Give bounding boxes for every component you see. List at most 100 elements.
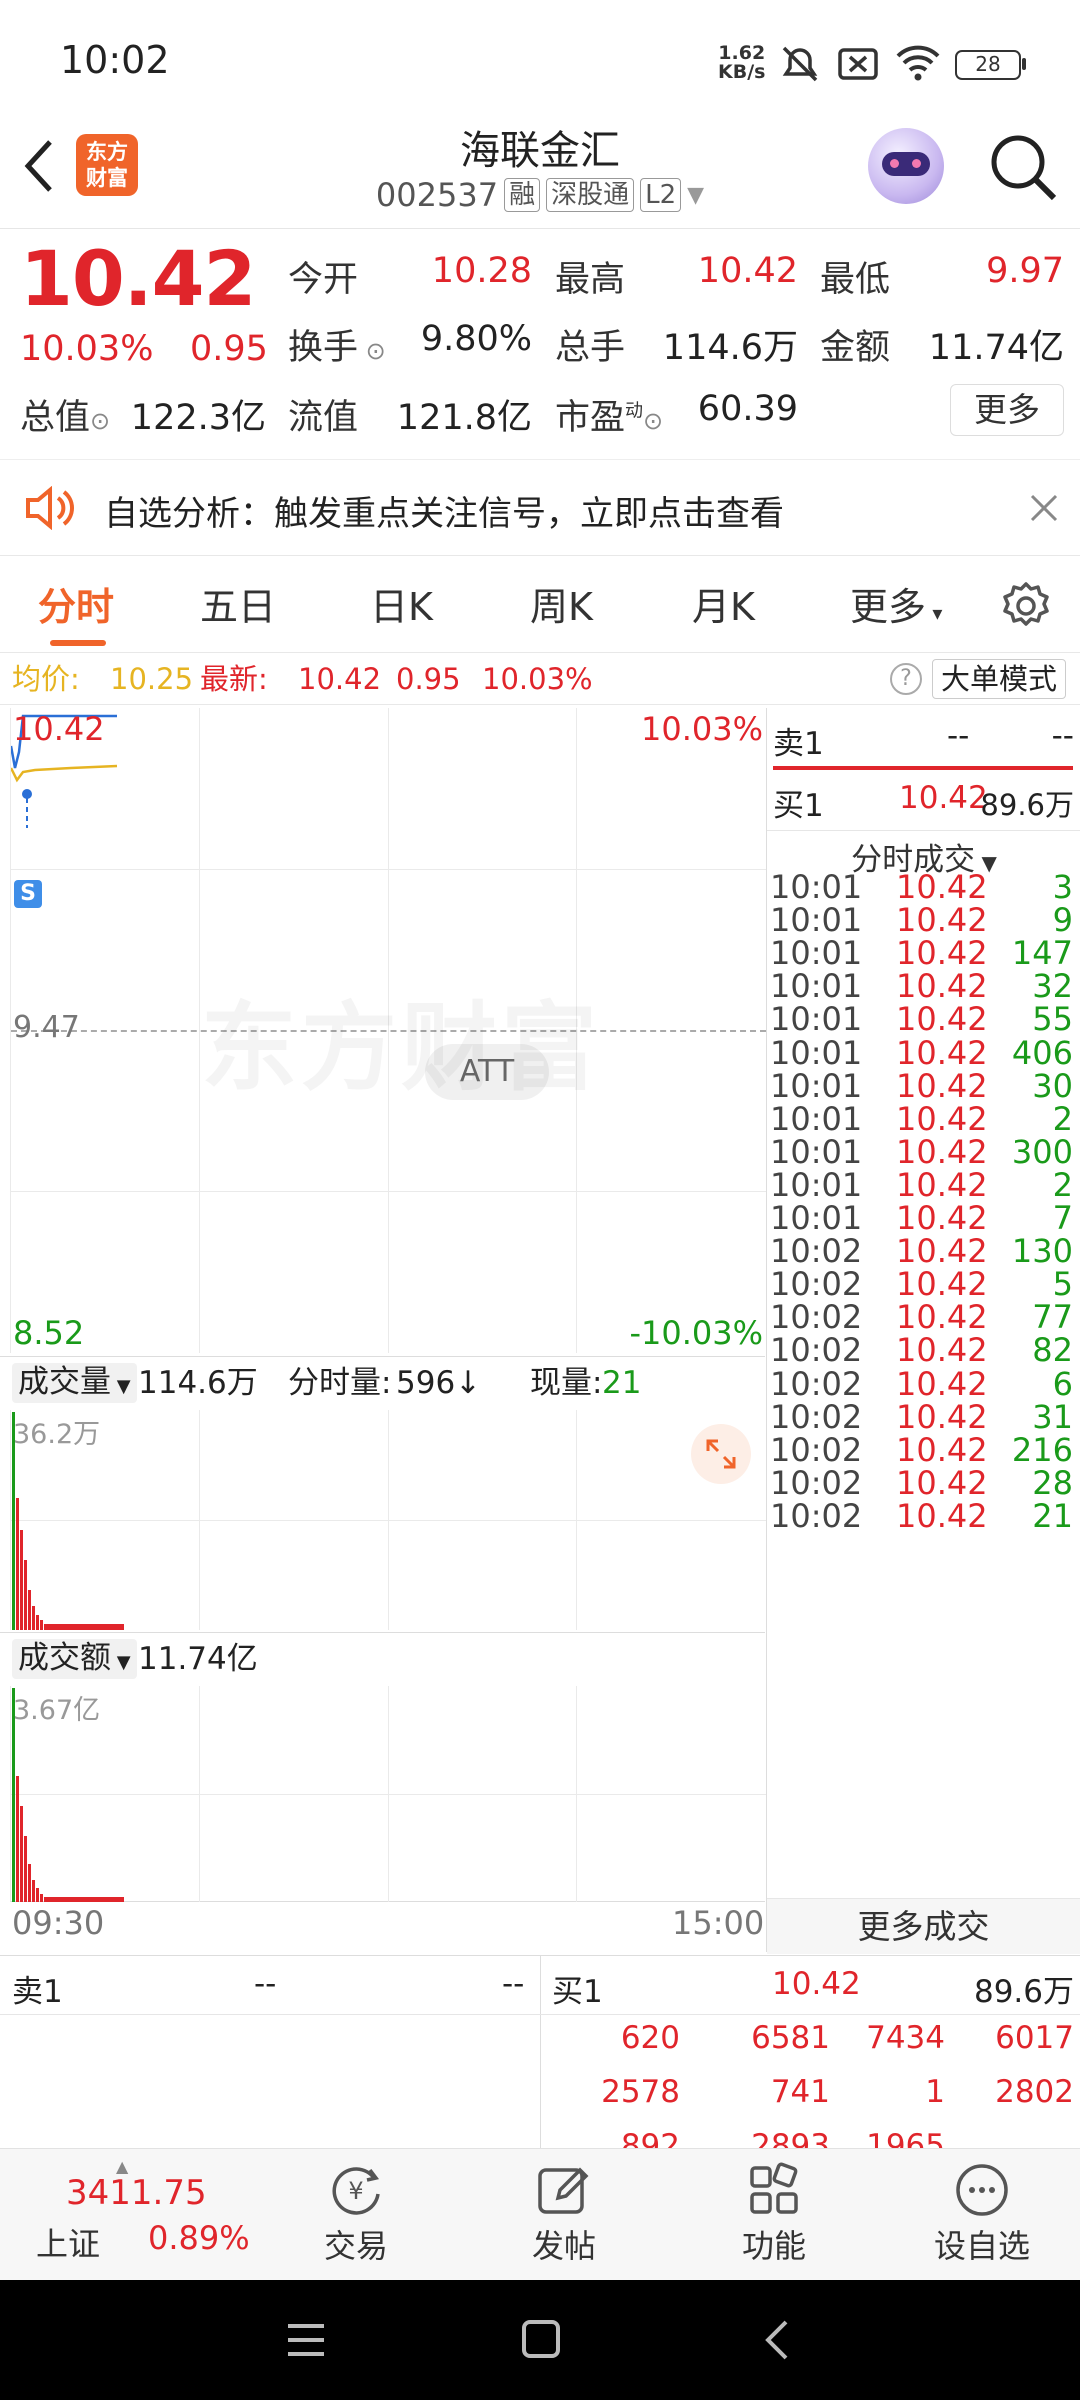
intraday-chart[interactable]: 东方财富 ATT S 10.42 10.03% 9.47 8.52 -10.03… <box>10 708 766 1353</box>
chevron-down-icon[interactable]: ▼ <box>687 183 704 208</box>
trade-icon: ¥ <box>332 2167 380 2215</box>
speaker-icon <box>26 486 74 530</box>
big-order-mode-button[interactable]: 大单模式 <box>932 659 1067 699</box>
lower-sell1-volume: -- <box>502 1966 525 2002</box>
volume-bars <box>12 1412 124 1630</box>
tab-monthly-k[interactable]: 月K <box>692 576 755 631</box>
axis-pct-bottom: -10.03% <box>629 1314 763 1352</box>
close-icon[interactable] <box>1028 492 1060 524</box>
network-speed: 1.62 KB/s <box>718 42 766 83</box>
robot-assistant-icon[interactable] <box>868 128 944 204</box>
nav-trade[interactable]: ¥ 交易 <box>286 2159 426 2267</box>
pe-label: 市盈动⊙ <box>555 398 664 438</box>
current-price: 10.42 <box>20 234 256 323</box>
market-cap-value: 122.3亿 <box>130 398 266 438</box>
side-sell1-price: -- <box>947 718 970 754</box>
lower-buy1-volume: 89.6万 <box>973 1974 1074 2010</box>
lower-sell1-price: -- <box>254 1966 277 2002</box>
queue-volume: 7434 <box>866 2020 945 2056</box>
more-dots-icon <box>956 2164 1008 2216</box>
tag-l2: L2 <box>640 178 682 212</box>
tab-five-day[interactable]: 五日 <box>200 576 276 631</box>
index-change-pct: 0.89% <box>148 2219 250 2257</box>
trade-row: 10:02 10.42 21 <box>770 1497 1075 1537</box>
lower-buy1-price: 10.42 <box>772 1966 861 2002</box>
help-icon[interactable]: ? <box>890 663 922 695</box>
avg-value: 10.25 <box>110 662 194 696</box>
tab-more[interactable]: 更多 ▾ <box>850 576 942 631</box>
chevron-down-icon: ▼ <box>111 1652 131 1673</box>
system-nav-bar <box>0 2280 1080 2400</box>
more-trades-button[interactable]: 更多成交 <box>767 1898 1080 1954</box>
quote-panel: 10.42 10.03% 0.95 今开 10.28 最高 10.42 最低 9… <box>0 229 1080 459</box>
queue-volume: 2578 <box>601 2074 680 2110</box>
change-percent: 10.03% <box>20 329 154 369</box>
stock-header: 东方 财富 海联金汇 002537 融 深股通 L2 ▼ <box>0 110 1080 228</box>
lower-sell1-label: 卖1 <box>12 1974 63 2010</box>
lower-buy1-label: 买1 <box>552 1974 603 2010</box>
lower-order-book: 卖1 -- -- 买1 10.42 89.6万 620 6581 7434 6017 2… <box>0 1955 1080 2164</box>
menu-icon[interactable] <box>284 2320 328 2360</box>
back-nav-icon[interactable] <box>760 2318 792 2362</box>
side-sell1-label: 卖1 <box>773 726 824 762</box>
wifi-icon <box>896 45 940 81</box>
volume-total: 114.6万 <box>138 1365 258 1401</box>
status-time: 10:02 <box>60 38 170 82</box>
battery-icon: 28 <box>955 50 1021 80</box>
tab-weekly-k[interactable]: 周K <box>530 576 593 631</box>
status-bar: 10:02 1.62 KB/s 28 <box>0 0 1080 120</box>
gear-icon[interactable] <box>1000 580 1052 632</box>
amount-dropdown[interactable]: 成交额 ▼ <box>12 1639 137 1679</box>
expand-icon[interactable] <box>691 1424 751 1484</box>
grid-icon <box>750 2162 798 2214</box>
side-buy1-label: 买1 <box>773 788 824 824</box>
volume-header: 成交量 ▼ 114.6万 分时量: 596↓ 现量: 21 <box>0 1356 765 1408</box>
chevron-down-icon: ▼ <box>111 1376 131 1397</box>
time-axis-start: 09:30 <box>12 1904 105 1942</box>
amount-chart[interactable]: 3.67亿 <box>10 1686 766 1902</box>
tag-connect: 深股通 <box>546 178 635 212</box>
low-value: 9.97 <box>986 251 1064 291</box>
amount-header: 成交额 ▼ 11.74亿 <box>0 1632 765 1684</box>
att-badge[interactable]: ATT <box>425 1044 549 1100</box>
chart-tabs: 分时 五日 日K 周K 月K 更多 ▾ <box>0 555 1080 653</box>
time-axis-end: 15:00 <box>672 1904 765 1942</box>
turnover-value: 9.80% <box>420 319 532 359</box>
side-buy1-price: 10.42 <box>899 780 988 816</box>
analysis-banner[interactable]: 自选分析：触发重点关注信号，立即点击查看 <box>0 459 1080 555</box>
more-quote-button[interactable]: 更多 <box>950 384 1064 436</box>
signal-s-marker[interactable]: S <box>14 880 42 908</box>
pe-value: 60.39 <box>697 389 798 429</box>
latest-label: 最新: <box>200 662 268 696</box>
tag-margin: 融 <box>504 178 541 212</box>
open-value: 10.28 <box>431 251 532 291</box>
nav-add-watchlist[interactable]: 设自选 <box>912 2159 1052 2267</box>
search-icon[interactable] <box>988 132 1058 202</box>
volume-dropdown[interactable]: 成交量 ▼ <box>12 1363 137 1403</box>
tab-intraday[interactable]: 分时 <box>38 576 114 631</box>
latest-value: 10.42 <box>298 662 382 696</box>
minute-volume-label: 分时量: <box>288 1365 392 1401</box>
axis-price-mid: 9.47 <box>13 1010 80 1045</box>
tab-daily-k[interactable]: 日K <box>370 576 433 631</box>
mute-icon <box>782 46 818 82</box>
volume-chart[interactable]: 36.2万 <box>10 1410 766 1630</box>
intraday-info-line: 均价: 10.25 最新: 10.42 0.95 10.03% ? 大单模式 <box>0 653 1080 705</box>
nav-post[interactable]: 发帖 <box>494 2159 634 2267</box>
open-label: 今开 <box>288 260 359 300</box>
queue-volume: 741 <box>770 2074 830 2110</box>
nav-functions[interactable]: 功能 <box>704 2159 844 2267</box>
queue-volume: 2802 <box>995 2074 1074 2110</box>
high-label: 最高 <box>555 260 626 300</box>
index-ticker[interactable]: ▲ 3411.75 上证 0.89% <box>30 2157 260 2273</box>
high-value: 10.42 <box>697 251 798 291</box>
amount-bars <box>12 1688 124 1902</box>
trade-volume: 21 <box>1032 1496 1073 1535</box>
market-cap-label: 总值⊙ <box>20 398 111 438</box>
queue-volume: 620 <box>620 2020 680 2056</box>
axis-price-bottom: 8.52 <box>13 1314 85 1352</box>
amount-total: 11.74亿 <box>138 1641 258 1677</box>
info-icon: ⊙ <box>643 407 664 435</box>
amount-label: 金额 <box>820 328 891 368</box>
home-icon[interactable] <box>520 2318 562 2360</box>
